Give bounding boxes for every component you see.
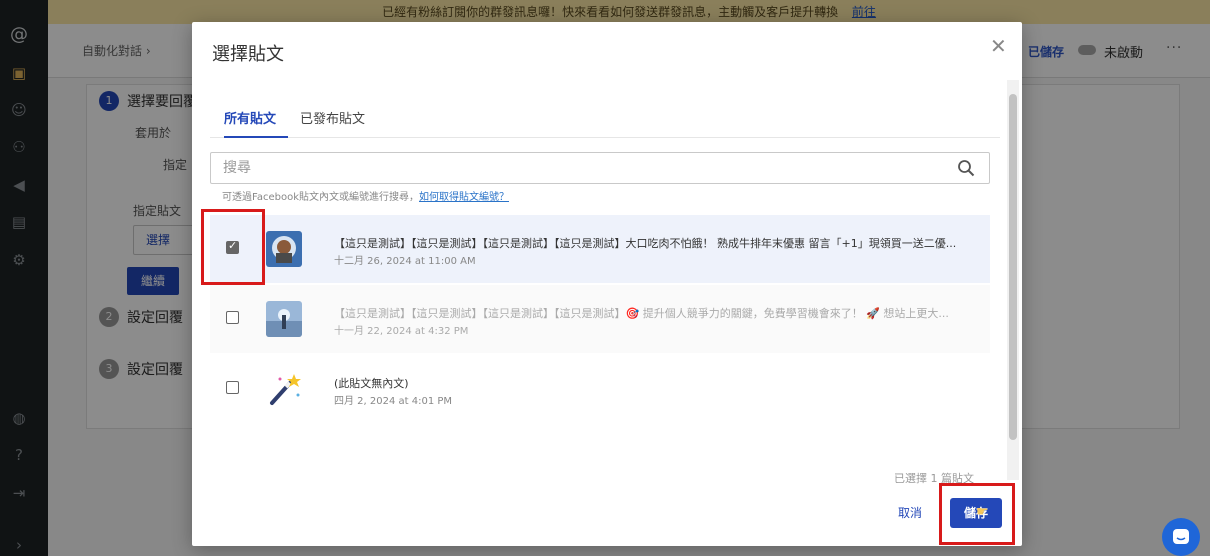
chat-icon — [1173, 529, 1189, 544]
post-date: 十二月 26, 2024 at 11:00 AM — [334, 256, 476, 267]
close-icon[interactable]: ✕ — [990, 34, 1008, 58]
scrollbar-thumb[interactable] — [1009, 94, 1017, 440]
post-row[interactable]: 【這只是測試】【這只是測試】【這只是測試】【這只是測試】🎯 提升個人競爭力的關鍵… — [210, 285, 990, 353]
modal-scrollbar[interactable] — [1007, 80, 1019, 480]
tab-all-posts[interactable]: 所有貼文 — [224, 108, 288, 138]
search-box — [210, 152, 990, 184]
search-hint: 可透過Facebook貼文內文或編號進行搜尋，如何取得貼文編號？ — [222, 188, 509, 203]
post-checkbox[interactable] — [226, 311, 239, 324]
hint-link[interactable]: 如何取得貼文編號？ — [419, 192, 509, 203]
post-checkbox[interactable] — [226, 239, 239, 254]
chat-launcher[interactable] — [1162, 518, 1200, 556]
hint-text: 可透過Facebook貼文內文或編號進行搜尋， — [222, 192, 419, 203]
hand-cursor-icon: ☛ — [976, 504, 989, 520]
post-row[interactable]: 【這只是測試】【這只是測試】【這只是測試】【這只是測試】大口吃肉不怕餓！ 熟成牛… — [210, 215, 990, 283]
post-text: (此貼文無內文) — [334, 377, 409, 390]
post-text: 【這只是測試】【這只是測試】【這只是測試】【這只是測試】大口吃肉不怕餓！ 熟成牛… — [334, 237, 957, 250]
search-input[interactable] — [211, 153, 931, 183]
cancel-button[interactable]: 取消 — [898, 504, 922, 524]
post-checkbox[interactable] — [226, 381, 239, 394]
selected-count: 已選擇 1 篇貼文 — [894, 472, 974, 485]
post-thumbnail — [266, 231, 302, 267]
magic-wand-icon — [266, 371, 302, 407]
post-date: 四月 2, 2024 at 4:01 PM — [334, 396, 453, 407]
post-list: 【這只是測試】【這只是測試】【這只是測試】【這只是測試】大口吃肉不怕餓！ 熟成牛… — [210, 215, 990, 475]
modal-title: 選擇貼文 — [212, 44, 284, 65]
post-text: 【這只是測試】【這只是測試】【這只是測試】【這只是測試】🎯 提升個人競爭力的關鍵… — [334, 307, 949, 320]
post-thumbnail — [266, 301, 302, 337]
post-date: 十一月 22, 2024 at 4:32 PM — [334, 326, 469, 337]
post-tabs: 所有貼文 已發布貼文 — [210, 100, 1000, 138]
tab-published-posts[interactable]: 已發布貼文 — [300, 108, 365, 138]
select-post-modal: 選擇貼文 ✕ 所有貼文 已發布貼文 可透過Facebook貼文內文或編號進行搜尋… — [192, 22, 1022, 546]
search-icon[interactable] — [957, 159, 975, 177]
post-row[interactable]: (此貼文無內文) 四月 2, 2024 at 4:01 PM — [210, 355, 990, 423]
